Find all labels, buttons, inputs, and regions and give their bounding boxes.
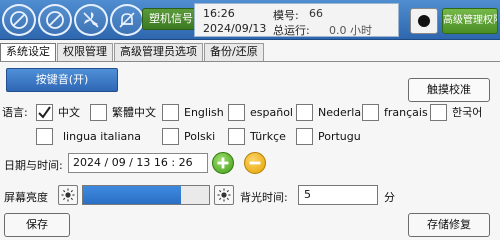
brightness-label: 屏幕亮度 <box>4 191 48 204</box>
checkbox[interactable] <box>296 103 313 121</box>
plus-icon <box>217 157 229 169</box>
language-option-turkish[interactable]: Türkçe <box>228 127 286 145</box>
status-bar: 塑机信号 16:26 模号: 66 2024/09/13 总运行: 0.0 小时… <box>0 0 500 40</box>
decrement-button[interactable] <box>244 152 266 174</box>
tab-divider <box>0 61 500 62</box>
save-button[interactable]: 保存 <box>4 213 70 237</box>
checkbox[interactable] <box>362 103 379 121</box>
sun-icon <box>61 188 75 202</box>
tab-system-settings[interactable]: 系统设定 <box>0 43 56 61</box>
backlight-time-label: 背光时间: <box>240 191 288 204</box>
checkbox[interactable] <box>162 127 179 145</box>
language-option-label: 繁體中文 <box>112 106 156 119</box>
record-icon <box>418 15 430 27</box>
language-option-chinese[interactable]: 中文 <box>36 103 80 121</box>
tab-backup-restore[interactable]: 备份/还原 <box>204 43 264 61</box>
checkmark-icon <box>38 105 51 119</box>
datetime-field[interactable]: 2024 / 09 / 13 16 : 26 <box>68 153 208 173</box>
language-option-polish[interactable]: Polski <box>162 127 215 145</box>
current-date: 2024/09/13 <box>203 22 267 35</box>
backlight-time-input[interactable]: 5 <box>298 185 378 205</box>
language-option-label: español <box>250 105 293 119</box>
checkbox[interactable] <box>296 127 313 145</box>
model-value: 66 <box>309 7 323 20</box>
status-info-panel: 16:26 模号: 66 2024/09/13 总运行: 0.0 小时 <box>194 3 399 37</box>
checkbox[interactable] <box>36 127 53 145</box>
checkbox[interactable] <box>90 103 107 121</box>
brightness-down-button[interactable] <box>58 185 78 205</box>
language-option-label: lingua italiana <box>63 129 141 143</box>
advanced-permission-button[interactable]: 高级管理权限 <box>442 8 498 34</box>
storage-repair-button[interactable]: 存储修复 <box>408 213 490 237</box>
language-option-traditional-chinese[interactable]: 繁體中文 <box>90 103 156 121</box>
total-run-label: 总运行: <box>273 24 310 37</box>
language-option-label: 한국어 <box>452 106 483 119</box>
language-option-label: Nederla <box>318 105 362 119</box>
checkbox[interactable] <box>162 103 179 121</box>
brightness-up-button[interactable] <box>214 185 234 205</box>
checkbox[interactable] <box>228 127 245 145</box>
language-option-spanish[interactable]: español <box>228 103 293 121</box>
datetime-label: 日期与时间: <box>4 159 63 172</box>
language-option-label: français <box>384 105 428 119</box>
model-label: 模号: <box>273 9 299 22</box>
status-icons <box>2 4 144 36</box>
language-option-dutch[interactable]: Nederla <box>296 103 361 121</box>
language-option-korean[interactable]: 한국어 <box>430 103 482 121</box>
touch-calibration-button[interactable]: 触摸校准 <box>408 78 490 102</box>
brightness-slider-fill <box>83 186 182 204</box>
machine-signal-button[interactable]: 塑机信号 <box>142 8 200 30</box>
checkbox[interactable] <box>430 103 447 121</box>
language-option-portuguese[interactable]: Portugu <box>296 127 361 145</box>
key-sound-button[interactable]: 按键音(开) <box>6 68 118 92</box>
language-option-label: Portugu <box>318 129 361 143</box>
no-signal-icon[interactable] <box>38 4 72 36</box>
language-option-label: 中文 <box>58 106 80 119</box>
language-option-italian[interactable]: lingua italiana <box>36 127 141 145</box>
checkbox[interactable] <box>228 103 245 121</box>
language-option-english[interactable]: English <box>162 103 224 121</box>
tab-permission-management[interactable]: 权限管理 <box>57 43 113 61</box>
checkbox[interactable] <box>36 103 53 121</box>
brightness-slider[interactable] <box>82 185 210 205</box>
increment-button[interactable] <box>212 152 234 174</box>
minus-icon <box>249 161 261 165</box>
language-label: 语言: <box>2 106 28 119</box>
total-run-value: 0.0 小时 <box>329 24 372 37</box>
alarm-off-icon[interactable] <box>110 4 144 36</box>
tab-advanced-admin-options[interactable]: 高级管理员选项 <box>114 43 203 61</box>
language-option-label: Polski <box>184 129 216 143</box>
language-option-french[interactable]: français <box>362 103 428 121</box>
language-option-label: Türkçe <box>250 129 286 143</box>
record-button[interactable] <box>410 8 438 34</box>
settings-tabs: 系统设定 权限管理 高级管理员选项 备份/还原 <box>0 43 265 61</box>
top-right-controls: 高级管理权限 <box>402 6 498 36</box>
language-option-label: English <box>184 105 224 119</box>
no-signal-icon[interactable] <box>2 4 36 36</box>
fan-off-icon[interactable] <box>74 4 108 36</box>
sun-icon <box>217 188 231 202</box>
current-time: 16:26 <box>203 7 235 20</box>
backlight-unit: 分 <box>384 191 395 204</box>
